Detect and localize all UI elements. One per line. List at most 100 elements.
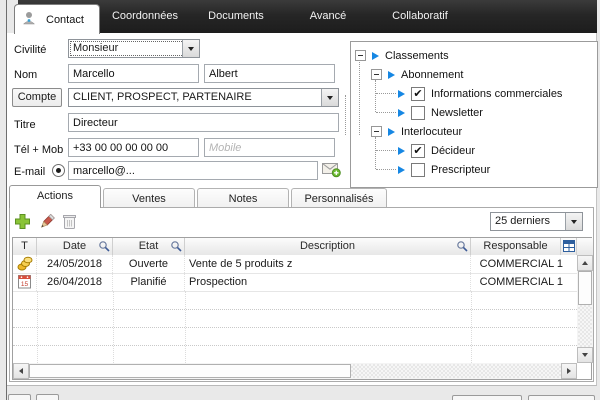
tree-connector [376, 112, 396, 113]
svg-text:15: 15 [21, 281, 29, 288]
chevron-down-icon[interactable] [182, 40, 199, 57]
column-line [471, 291, 472, 363]
email-label: E-mail [14, 163, 45, 181]
collapse-icon[interactable] [371, 69, 382, 80]
delete-action-button[interactable] [62, 213, 79, 230]
tree-arrow-icon [388, 128, 395, 136]
tab-avance[interactable]: Avancé [282, 0, 374, 33]
column-header-etat[interactable]: Etat [113, 238, 185, 255]
checkbox-checked[interactable]: ✔ [411, 144, 425, 158]
tree-node-label: Interlocuteur [401, 126, 462, 138]
pencil-icon [38, 213, 55, 230]
column-line [37, 291, 38, 363]
bottom-left-button-1[interactable] [8, 394, 31, 400]
table-row[interactable]: 15 26/04/2018 Planifié Prospection COMME… [13, 273, 577, 292]
row-type-cell: 15 [13, 273, 37, 291]
edit-action-button[interactable] [38, 213, 55, 230]
tree-connector [375, 137, 376, 169]
column-header-responsable[interactable]: Responsable [471, 238, 561, 255]
scroll-down-button[interactable] [577, 347, 593, 363]
tree-node-interlocuteur[interactable]: Interlocuteur [371, 122, 462, 141]
row-etat: Planifié [113, 273, 185, 291]
horizontal-scroll-track[interactable] [351, 364, 561, 378]
email-input[interactable] [68, 161, 318, 180]
civilite-value: Monsieur [73, 40, 181, 57]
tab-documents[interactable]: Documents [190, 0, 282, 33]
tab-actions[interactable]: Actions [9, 185, 101, 208]
tab-ventes[interactable]: Ventes [103, 188, 195, 208]
vertical-scroll-thumb[interactable] [578, 271, 592, 305]
add-email-icon[interactable] [322, 162, 341, 181]
row-responsable: COMMERCIAL 1 [471, 273, 571, 291]
bottom-right-button-2[interactable] [528, 395, 595, 400]
scroll-right-button[interactable] [561, 363, 577, 379]
scroll-up-button[interactable] [577, 255, 593, 271]
contact-form-panel: Civilité Nom Titre Tél + Mob E-mail Mons… [7, 33, 597, 386]
column-header-label: Description [300, 240, 355, 252]
tree-node-abonnement[interactable]: Abonnement [371, 65, 463, 84]
collapse-icon[interactable] [355, 50, 366, 61]
civilite-combobox[interactable]: Monsieur [68, 39, 200, 58]
collapse-icon[interactable] [371, 126, 382, 137]
vertical-scroll-track[interactable] [578, 305, 592, 347]
telephone-input[interactable] [68, 138, 199, 157]
column-chooser-cell[interactable] [561, 238, 577, 255]
mobile-input[interactable] [204, 138, 335, 157]
tree-node-prescripteur[interactable]: Prescripteur [398, 160, 490, 179]
tree-node-label: Informations commerciales [431, 88, 562, 100]
column-header-date[interactable]: Date [37, 238, 113, 255]
tab-contact[interactable]: Contact [14, 4, 100, 34]
tree-node-decideur[interactable]: ✔ Décideur [398, 141, 475, 160]
recent-filter-combobox[interactable]: 25 derniers [490, 212, 583, 231]
chevron-down-icon[interactable] [565, 213, 582, 230]
header-cap [577, 238, 593, 255]
compte-combobox[interactable]: CLIENT, PROSPECT, PARTENAIRE [68, 88, 339, 107]
contact-person-icon [22, 11, 37, 28]
tree-connector [376, 93, 396, 94]
actions-table: T Date Etat Description Responsable [12, 237, 592, 380]
column-header-type[interactable]: T [13, 238, 37, 255]
tree-node-label: Abonnement [401, 69, 463, 81]
chevron-down-icon[interactable] [321, 89, 338, 106]
titre-input[interactable] [68, 113, 339, 132]
tree-connector [376, 150, 396, 151]
tree-node-newsletter[interactable]: Newsletter [398, 103, 483, 122]
tab-personnalises[interactable]: Personnalisés [291, 188, 387, 208]
empty-row [13, 327, 577, 346]
row-type-cell [13, 255, 37, 273]
add-action-button[interactable] [14, 213, 31, 230]
scroll-left-button[interactable] [13, 363, 29, 379]
row-description: Vente de 5 produits z [185, 255, 471, 273]
tree-node-informations-commerciales[interactable]: ✔ Informations commerciales [398, 84, 562, 103]
checkbox-checked[interactable]: ✔ [411, 87, 425, 101]
tree-node-classements[interactable]: Classements [355, 46, 449, 65]
tree-connector [375, 80, 376, 112]
nom-input[interactable] [68, 64, 199, 83]
tree-arrow-icon [398, 90, 405, 98]
vertical-splitter[interactable] [345, 95, 346, 135]
horizontal-scroll-thumb[interactable] [29, 364, 351, 378]
empty-row [13, 345, 577, 364]
prenom-input[interactable] [204, 64, 335, 83]
row-date: 24/05/2018 [37, 255, 113, 273]
empty-row [13, 309, 577, 328]
bottom-left-button-2[interactable] [36, 394, 59, 400]
checkbox-unchecked[interactable] [411, 106, 425, 120]
tree-node-label: Newsletter [431, 107, 483, 119]
table-row[interactable]: 24/05/2018 Ouverte Vente de 5 produits z… [13, 255, 577, 274]
tree-arrow-icon [388, 71, 395, 79]
column-header-description[interactable]: Description [185, 238, 471, 255]
compte-value: CLIENT, PROSPECT, PARTENAIRE [73, 89, 320, 106]
compte-button[interactable]: Compte [12, 88, 62, 107]
plus-icon [14, 213, 31, 230]
tab-coordonnees[interactable]: Coordonnées [100, 0, 190, 33]
tree-connector [376, 169, 396, 170]
bottom-right-button-1[interactable] [452, 395, 522, 400]
tab-notes[interactable]: Notes [197, 188, 289, 208]
nom-label: Nom [14, 66, 37, 84]
tab-collaboratif[interactable]: Collaboratif [374, 0, 466, 33]
row-etat: Ouverte [113, 255, 185, 273]
checkbox-unchecked[interactable] [411, 163, 425, 177]
email-radio[interactable] [52, 164, 65, 177]
calendar-icon: 15 [18, 274, 31, 289]
